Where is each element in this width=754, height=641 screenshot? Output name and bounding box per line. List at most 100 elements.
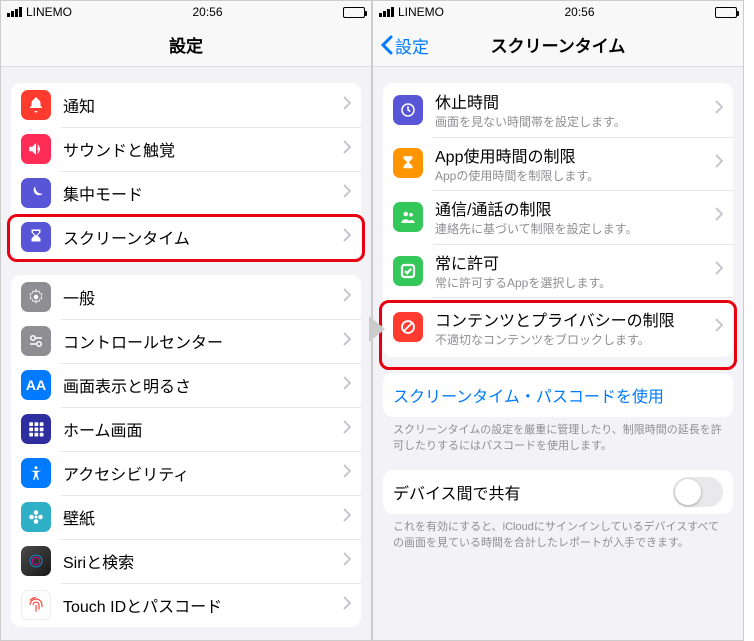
person-icon: [21, 458, 51, 488]
row-always-allowed[interactable]: 常に許可常に許可するAppを選択します。: [383, 244, 733, 298]
nosign-icon: [393, 312, 423, 342]
flower-icon: [21, 502, 51, 532]
row-use-passcode[interactable]: スクリーンタイム・パスコードを使用: [383, 373, 733, 417]
hourglass-icon: [393, 148, 423, 178]
row-label: 集中モード: [63, 181, 337, 205]
chevron-right-icon: [715, 261, 723, 280]
row-sub: 連絡先に基づいて制限を設定します。: [435, 222, 709, 238]
switches-icon: [21, 326, 51, 356]
chevron-right-icon: [343, 96, 351, 115]
row-label: 壁紙: [63, 505, 337, 529]
passcode-link: スクリーンタイム・パスコードを使用: [393, 383, 723, 407]
settings-group-1: 通知 サウンドと触覚 集中モード スクリーンタイム: [11, 83, 361, 259]
screentime-group: 休止時間画面を見ない時間帯を設定します。 App使用時間の制限 Appの使用時間を…: [383, 83, 733, 357]
row-label: サウンドと触覚: [63, 137, 337, 161]
siri-icon: [21, 546, 51, 576]
row-screentime[interactable]: スクリーンタイム: [11, 215, 361, 259]
screentime-screen: LINEMO 20:56 設定 スクリーンタイム 休止時間画面を見ない時間帯を設…: [372, 0, 744, 641]
clock: 20:56: [564, 5, 594, 19]
row-share-devices[interactable]: デバイス間で共有: [383, 470, 733, 514]
back-button[interactable]: 設定: [379, 23, 429, 67]
aa-icon: AA: [21, 370, 51, 400]
row-sub: 不適切なコンテンツをブロックします。: [435, 333, 709, 349]
row-communication[interactable]: 通信/通話の制限連絡先に基づいて制限を設定します。: [383, 190, 733, 244]
row-title: コンテンツとプライバシーの制限: [435, 307, 709, 331]
row-notifications[interactable]: 通知: [11, 83, 361, 127]
status-bar: LINEMO 20:56: [373, 1, 743, 23]
row-wallpaper[interactable]: 壁紙: [11, 495, 361, 539]
settings-screen: LINEMO 20:56 設定 通知 サウンドと触覚 集中モード: [0, 0, 372, 641]
fingerprint-icon: [21, 590, 51, 620]
chevron-right-icon: [715, 207, 723, 226]
chevron-right-icon: [343, 288, 351, 307]
row-sounds[interactable]: サウンドと触覚: [11, 127, 361, 171]
bed-icon: [393, 95, 423, 125]
chevron-right-icon: [343, 140, 351, 159]
chevron-right-icon: [343, 464, 351, 483]
page-title: 設定: [169, 32, 203, 57]
people-icon: [393, 202, 423, 232]
check-icon: [393, 256, 423, 286]
chevron-right-icon: [343, 184, 351, 203]
share-switch[interactable]: [673, 477, 723, 507]
moon-icon: [21, 178, 51, 208]
row-label: コントロールセンター: [63, 329, 337, 353]
row-downtime[interactable]: 休止時間画面を見ない時間帯を設定します。: [383, 83, 733, 137]
row-label: ホーム画面: [63, 417, 337, 441]
share-group: デバイス間で共有: [383, 470, 733, 514]
row-title: 通信/通話の制限: [435, 196, 709, 220]
chevron-right-icon: [343, 552, 351, 571]
back-label: 設定: [395, 33, 429, 58]
signal-icon: [379, 7, 394, 17]
carrier-label: LINEMO: [26, 5, 72, 19]
row-accessibility[interactable]: アクセシビリティ: [11, 451, 361, 495]
clock: 20:56: [192, 5, 222, 19]
row-title: App使用時間の制限: [435, 143, 709, 167]
row-label: 通知: [63, 93, 337, 117]
share-label: デバイス間で共有: [393, 480, 673, 504]
speaker-icon: [21, 134, 51, 164]
navbar: 設定 スクリーンタイム: [373, 23, 743, 67]
settings-group-2: 一般 コントロールセンター AA 画面表示と明るさ ホーム画面 アクセシビリティ: [11, 275, 361, 627]
row-title: 休止時間: [435, 89, 709, 113]
row-content-privacy[interactable]: コンテンツとプライバシーの制限不適切なコンテンツをブロックします。: [383, 297, 733, 357]
gear-icon: [21, 282, 51, 312]
row-display[interactable]: AA 画面表示と明るさ: [11, 363, 361, 407]
row-sub: 画面を見ない時間帯を設定します。: [435, 115, 709, 131]
chevron-right-icon: [343, 228, 351, 247]
chevron-right-icon: [343, 376, 351, 395]
row-label: スクリーンタイム: [63, 225, 337, 249]
passcode-footer: スクリーンタイムの設定を厳重に管理したり、制限時間の延長を許可したりするにはパス…: [393, 423, 723, 454]
signal-icon: [7, 7, 22, 17]
chevron-right-icon: [343, 508, 351, 527]
row-title: 常に許可: [435, 250, 709, 274]
battery-icon: [343, 7, 365, 18]
battery-icon: [715, 7, 737, 18]
row-general[interactable]: 一般: [11, 275, 361, 319]
row-label: 一般: [63, 285, 337, 309]
navbar: 設定: [1, 23, 371, 67]
row-label: 画面表示と明るさ: [63, 373, 337, 397]
passcode-group: スクリーンタイム・パスコードを使用: [383, 373, 733, 417]
share-footer: これを有効にすると、iCloudにサインインしているデバイスすべての画面を見てい…: [393, 520, 723, 551]
row-label: Touch IDとパスコード: [63, 593, 337, 617]
row-focus[interactable]: 集中モード: [11, 171, 361, 215]
chevron-right-icon: [343, 596, 351, 615]
chevron-right-icon: [343, 332, 351, 351]
row-touchid[interactable]: Touch IDとパスコード: [11, 583, 361, 627]
chevron-right-icon: [715, 100, 723, 119]
row-home-screen[interactable]: ホーム画面: [11, 407, 361, 451]
row-sub: 常に許可するAppを選択します。: [435, 276, 709, 292]
row-control-center[interactable]: コントロールセンター: [11, 319, 361, 363]
row-label: Siriと検索: [63, 549, 337, 573]
chevron-right-icon: [343, 420, 351, 439]
carrier-label: LINEMO: [398, 5, 444, 19]
status-bar: LINEMO 20:56: [1, 1, 371, 23]
row-sub: Appの使用時間を制限します。: [435, 169, 709, 185]
chevron-right-icon: [715, 318, 723, 337]
bell-icon: [21, 90, 51, 120]
row-siri[interactable]: Siriと検索: [11, 539, 361, 583]
row-label: アクセシビリティ: [63, 461, 337, 485]
grid-icon: [21, 414, 51, 444]
row-app-limits[interactable]: App使用時間の制限 Appの使用時間を制限します。: [383, 137, 733, 191]
